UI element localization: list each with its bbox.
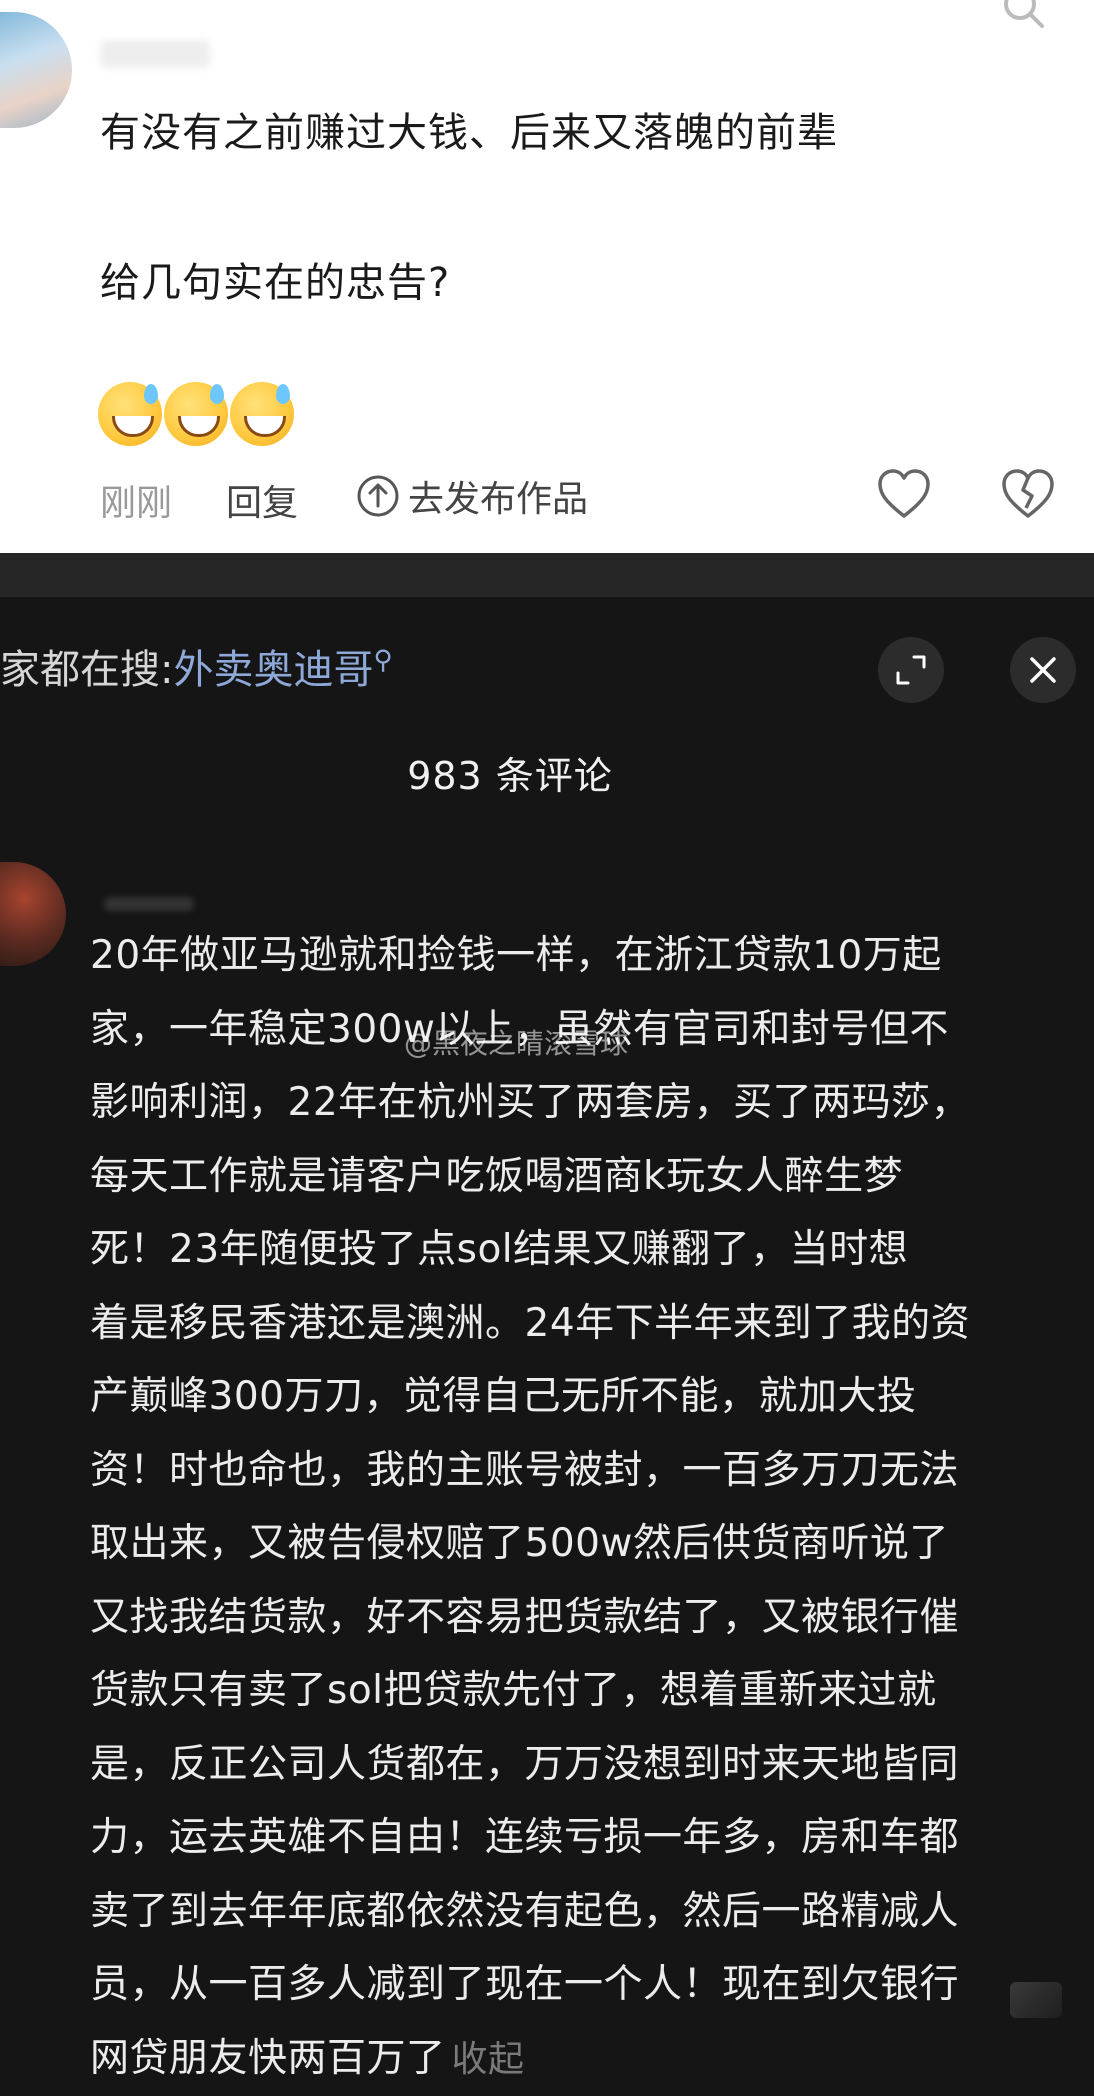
comment-line: 每天工作就是请客户吃饭喝酒商k玩女人醉生梦	[90, 1140, 1080, 1214]
comment-line: 20年做亚马逊就和捡钱一样，在浙江贷款10万起	[90, 919, 1080, 993]
watermark-text: @黑夜之睛滚雪球	[404, 1022, 628, 1062]
trending-search-prefix: 家都在搜:	[0, 647, 173, 693]
post-time: 刚刚	[100, 474, 172, 526]
arrow-up-circle-icon	[356, 474, 400, 518]
commenter-avatar[interactable]	[0, 862, 66, 966]
post-text-line-2: 给几句实在的忠告?	[100, 250, 450, 308]
sweat-smile-emoji-icon	[230, 382, 294, 446]
comment-line: 是，反正公司人货都在，万万没想到时来天地皆同	[90, 1728, 1080, 1802]
sweat-smile-emoji-icon	[164, 382, 228, 446]
search-icon[interactable]	[1000, 0, 1046, 32]
comment-line: 死！23年随便投了点sol结果又赚翻了，当时想	[90, 1213, 1080, 1287]
commenter-name-blurred	[104, 897, 194, 911]
comment-line: 货款只有卖了sol把贷款先付了，想着重新来过就	[90, 1654, 1080, 1728]
comment-line: 着是移民香港还是澳洲。24年下半年来到了我的资	[90, 1287, 1080, 1361]
sweat-smile-emoji-icon	[98, 382, 162, 446]
broken-heart-icon[interactable]	[1000, 468, 1056, 520]
trending-search-term[interactable]: 外卖奥迪哥	[173, 647, 373, 693]
poster-avatar[interactable]	[0, 12, 72, 128]
post-action-row: 刚刚 回复 去发布作品	[0, 470, 1094, 526]
emoji-row	[98, 382, 294, 446]
heart-icon[interactable]	[876, 468, 932, 520]
poster-name-blurred	[100, 40, 210, 68]
post-text-line-1: 有没有之前赚过大钱、后来又落魄的前辈	[100, 100, 838, 158]
search-icon: ⚲	[373, 646, 392, 676]
comment-line: 卖了到去年年底都依然没有起色，然后一路精减人	[90, 1875, 1080, 1949]
close-icon	[1027, 654, 1059, 686]
comment-line: 网贷朋友快两百万了	[90, 2036, 446, 2081]
comment-line-last: 网贷朋友快两百万了收起	[90, 2022, 1080, 2096]
corner-logo-icon	[1010, 1982, 1062, 2018]
comment-line: 又找我结货款，好不容易把货款结了，又被银行催	[90, 1581, 1080, 1655]
comment-line: 资！时也命也，我的主账号被封，一百多万刀无法	[90, 1434, 1080, 1508]
reply-button[interactable]: 回复	[226, 474, 298, 526]
comments-panel: 家都在搜:外卖奥迪哥⚲ 983 条评论 20年做亚马逊就和捡钱一样，在浙江贷款1…	[0, 597, 1094, 2080]
comment-count-title: 983 条评论	[0, 745, 1020, 800]
expand-icon	[894, 653, 928, 687]
expand-button[interactable]	[878, 637, 944, 703]
comment-line: 取出来，又被告侵权赔了500w然后供货商听说了	[90, 1507, 1080, 1581]
comment-text: 20年做亚马逊就和捡钱一样，在浙江贷款10万起 家，一年稳定300w以上，虽然有…	[90, 919, 1080, 2096]
publish-work-label: 去发布作品	[408, 470, 588, 522]
trending-search-bar[interactable]: 家都在搜:外卖奥迪哥⚲	[0, 637, 393, 695]
comment-line: 影响利润，22年在杭州买了两套房，买了两玛莎，	[90, 1066, 1080, 1140]
post-section: 有没有之前赚过大钱、后来又落魄的前辈 给几句实在的忠告? 刚刚 回复 去发布作品	[0, 0, 1094, 553]
comment-line: 员，从一百多人减到了现在一个人！现在到欠银行	[90, 1948, 1080, 2022]
comment-line: 产巅峰300万刀，觉得自己无所不能，就加大投	[90, 1360, 1080, 1434]
comment-line: 力，运去英雄不自由！连续亏损一年多，房和车都	[90, 1801, 1080, 1875]
section-divider	[0, 553, 1094, 597]
collapse-link[interactable]: 收起	[452, 2039, 525, 2080]
close-button[interactable]	[1010, 637, 1076, 703]
publish-work-button[interactable]: 去发布作品	[356, 470, 588, 522]
